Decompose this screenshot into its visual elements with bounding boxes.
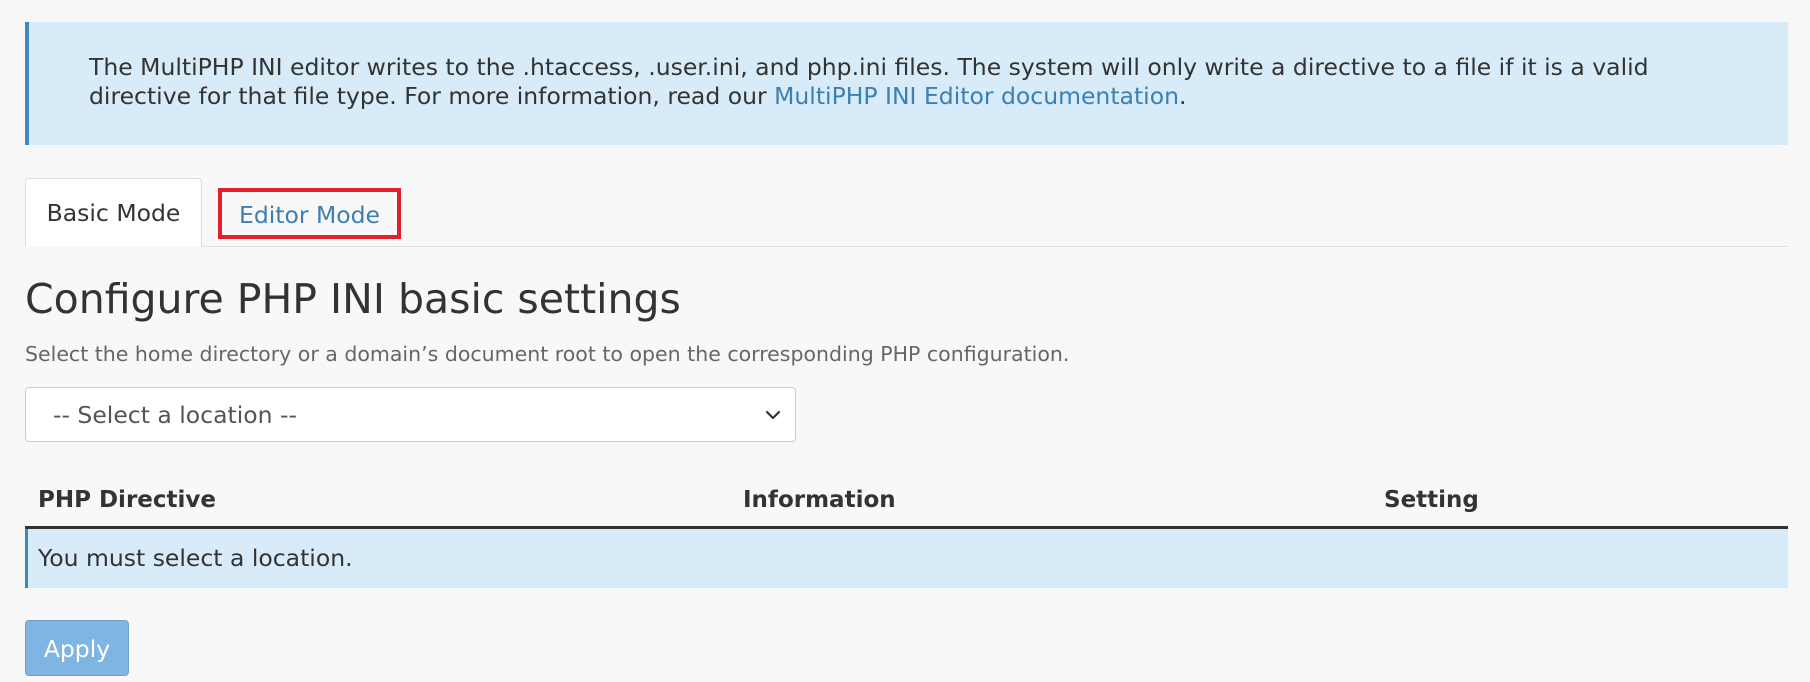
tab-basic-mode[interactable]: Basic Mode [25, 178, 202, 247]
table-header-row: PHP Directive Information Setting [25, 475, 1788, 529]
info-alert: The MultiPHP INI editor writes to the .h… [25, 22, 1788, 145]
page: The MultiPHP INI editor writes to the .h… [0, 0, 1810, 682]
page-title: Configure PHP INI basic settings [25, 275, 681, 323]
mode-tabs: Basic Mode Editor Mode [25, 178, 1788, 247]
location-select-value: -- Select a location -- [53, 401, 297, 429]
header-information: Information [743, 487, 896, 513]
apply-button[interactable]: Apply [25, 620, 129, 676]
chevron-down-icon [765, 410, 781, 420]
header-php-directive: PHP Directive [38, 487, 216, 513]
location-select[interactable]: -- Select a location -- [25, 387, 796, 442]
page-description: Select the home directory or a domain’s … [25, 342, 1070, 366]
info-alert-period: . [1178, 82, 1187, 110]
documentation-link[interactable]: MultiPHP INI Editor documentation [774, 82, 1179, 110]
empty-state-row: You must select a location. [25, 529, 1788, 588]
directives-table: PHP Directive Information Setting You mu… [25, 475, 1788, 588]
header-setting: Setting [1384, 487, 1479, 513]
tab-editor-mode[interactable]: Editor Mode [218, 188, 401, 239]
empty-state-message: You must select a location. [38, 544, 353, 572]
